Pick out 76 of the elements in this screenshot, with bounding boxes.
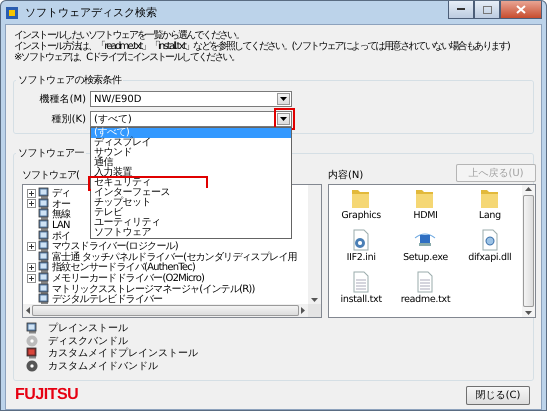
instruction-text: ※ソフトウェアは、Cドライブにインストールしてください。 (13, 52, 240, 63)
window-title: ソフトウェアディスク検索 (25, 5, 158, 20)
file-name[interactable]: Graphics (341, 210, 381, 221)
file-name[interactable]: difxapi.dll (468, 252, 512, 263)
file-name[interactable]: Lang (478, 210, 501, 221)
instruction-text: インストールしたいソフトウェアを一覧から選んでください。 (13, 30, 245, 41)
computer-icon (38, 240, 50, 252)
category-combo-box[interactable]: (すべて) (90, 111, 292, 127)
scrollbar-corner (308, 304, 321, 317)
legend-label: カスタムメイドプレインストール (48, 346, 198, 360)
tree-item[interactable]: 無線 (52, 207, 70, 222)
folder-icon (415, 187, 436, 209)
group-title: ソフトウェア一 (17, 147, 85, 160)
vertical-scrollbar[interactable] (522, 185, 535, 317)
computer-icon (38, 250, 50, 263)
scroll-up-icon (525, 187, 532, 191)
expand-icon[interactable] (27, 188, 36, 198)
expand-icon[interactable] (27, 199, 36, 208)
tree-item[interactable]: LAN (52, 220, 70, 231)
expand-icon[interactable] (27, 242, 36, 251)
legend-label: ディスクバンドル (48, 334, 128, 348)
maximize-icon (482, 6, 492, 14)
file-name[interactable]: IIF2.ini (346, 252, 376, 263)
computer-icon (26, 322, 38, 334)
disc-icon (26, 360, 38, 372)
minimize-icon (457, 8, 465, 11)
tree-label: ソフトウェア( (22, 169, 79, 182)
legend-label: プレインストール (48, 322, 128, 336)
tree-item[interactable]: デジタルテレビドライバー (52, 292, 162, 304)
expand-icon[interactable] (27, 274, 36, 283)
brand-logo: FUJITSU (15, 386, 78, 404)
computer-icon (38, 208, 50, 220)
computer-icon (38, 272, 50, 284)
close-dialog-button[interactable]: 閉じる(C) (466, 386, 530, 404)
model-combo-box[interactable]: NW/E90D (90, 91, 292, 107)
document-icon (480, 229, 500, 251)
computer-icon (38, 219, 50, 232)
scroll-down-icon (525, 311, 532, 315)
scroll-down-icon (311, 298, 318, 302)
computer-icon (26, 347, 38, 360)
file-name[interactable]: Setup.exe (403, 252, 448, 263)
caret-icon (280, 97, 287, 101)
computer-icon (38, 261, 50, 274)
app-icon (5, 6, 19, 20)
tree-item[interactable]: ディ (52, 186, 70, 200)
computer-icon (38, 293, 50, 304)
field-label: 種別(K) (50, 113, 86, 126)
text-file-icon (351, 271, 372, 293)
legend-label: カスタムメイドバンドル (48, 360, 158, 373)
maximize-button[interactable] (474, 1, 500, 19)
computer-icon (38, 282, 50, 295)
folder-icon (351, 187, 372, 209)
field-label: 機種名(M) (38, 92, 86, 106)
file-name[interactable]: readme.txt (400, 294, 450, 305)
vertical-scrollbar[interactable] (308, 185, 321, 304)
instruction-text: インストール方法は、「readme.txt」「install.txt」などを参照してください。(ソフトウェアによっては用意されていない場合もあります) (13, 41, 511, 52)
file-name[interactable]: install.txt (340, 294, 382, 305)
close-button[interactable] (500, 1, 542, 19)
gear-document-icon (351, 229, 372, 251)
minimize-button[interactable] (448, 1, 474, 19)
tree-item[interactable]: ポイ (52, 228, 70, 243)
close-icon (516, 5, 526, 14)
scroll-right-icon (301, 307, 305, 314)
computer-icon (38, 187, 50, 200)
disc-icon (26, 334, 38, 347)
horizontal-scrollbar[interactable] (23, 304, 308, 317)
group-title: ソフトウェアの検索条件 (17, 74, 123, 87)
computer-icon (38, 230, 50, 242)
computer-icon (38, 198, 50, 210)
folder-icon (480, 187, 500, 209)
expand-icon[interactable] (27, 262, 36, 272)
file-name[interactable]: HDMI (413, 210, 438, 221)
text-file-icon (415, 271, 436, 293)
contents-label: 内容(N) (328, 168, 364, 182)
scroll-left-icon (26, 307, 30, 314)
caret-icon (280, 117, 287, 121)
